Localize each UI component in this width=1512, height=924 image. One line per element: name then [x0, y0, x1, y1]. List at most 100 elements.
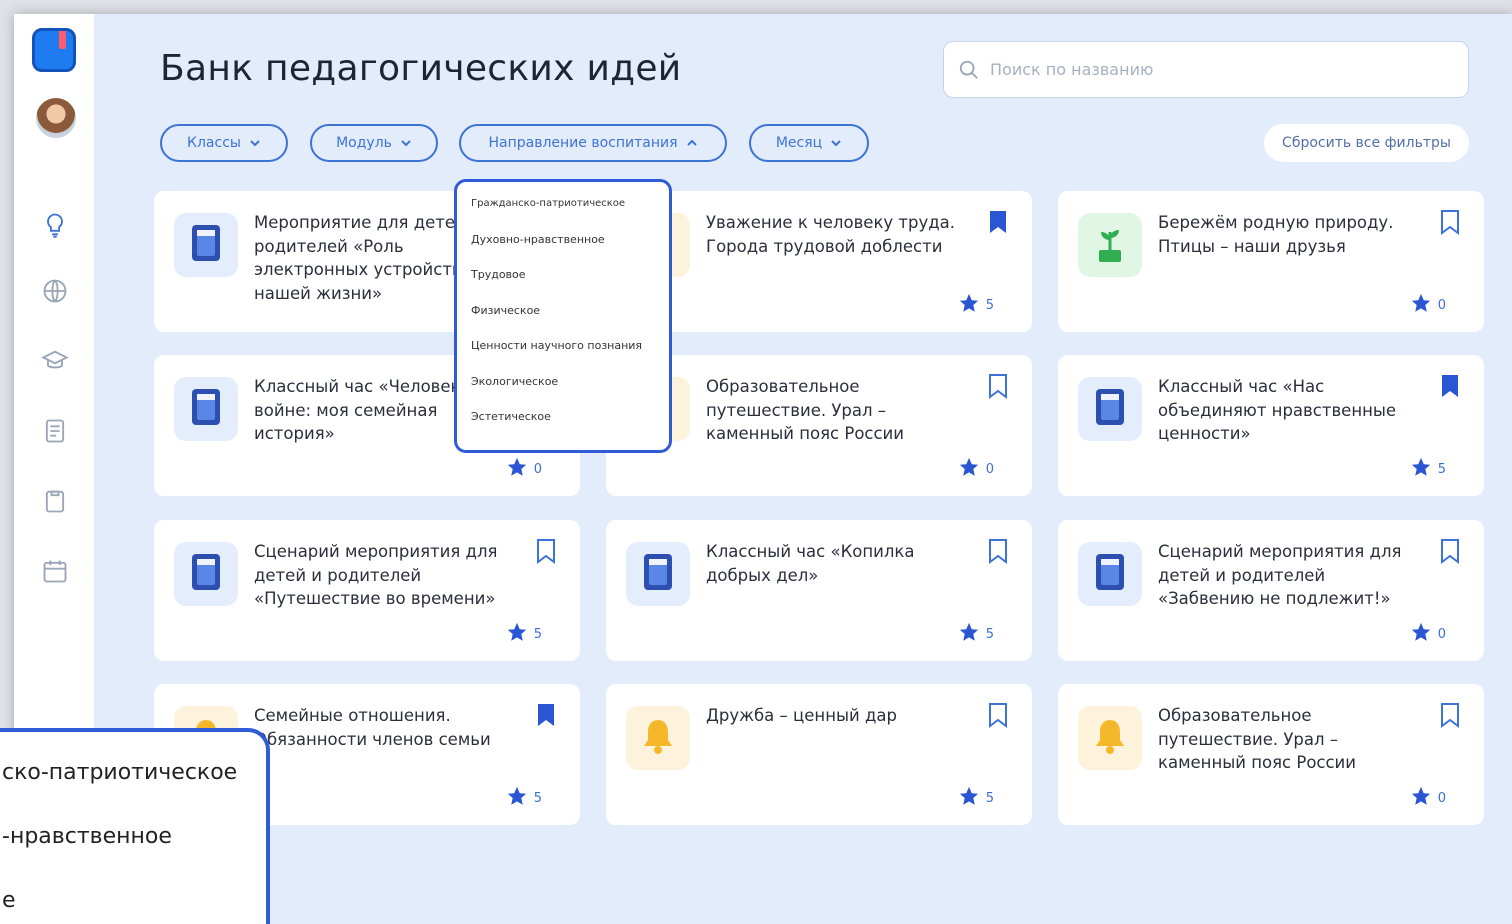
star-icon: [506, 785, 528, 811]
chevron-up-icon: [686, 139, 697, 146]
filter-direction[interactable]: Направление воспитания: [459, 124, 727, 162]
card-rating: 5: [958, 621, 994, 647]
rating-value: 5: [1437, 461, 1446, 477]
zoom-option: ско-патриотическое: [2, 760, 238, 785]
star-icon: [958, 456, 980, 482]
card-rating: 0: [1410, 292, 1446, 318]
chevron-down-icon: [831, 140, 841, 147]
card-title[interactable]: Бережём родную природу. Птицы – наши дру…: [1158, 211, 1413, 258]
document-icon[interactable]: [40, 416, 70, 446]
dropdown-option[interactable]: Ценности научного познания: [471, 336, 655, 372]
book-icon: [188, 223, 224, 268]
filter-month[interactable]: Месяц: [749, 124, 869, 162]
idea-card[interactable]: Сценарий мероприятия для детей и родител…: [154, 520, 580, 661]
search-box[interactable]: [943, 41, 1469, 98]
idea-card[interactable]: Сценарий мероприятия для детей и родител…: [1058, 520, 1484, 661]
card-rating: 0: [1410, 785, 1446, 811]
filter-module[interactable]: Модуль: [310, 124, 438, 162]
filter-classes[interactable]: Классы: [160, 124, 288, 162]
zoom-inset: ско-патриотическое -нравственное е: [0, 728, 270, 924]
idea-card[interactable]: Классный час «Копилка добрых дел» 5: [606, 520, 1032, 661]
card-thumbnail: [626, 542, 690, 606]
rating-value: 0: [1437, 790, 1446, 806]
bookmark-icon[interactable]: [1440, 209, 1460, 235]
card-thumbnail: [1078, 377, 1142, 441]
bookmark-filled-icon[interactable]: [536, 702, 556, 728]
zoom-option: е: [2, 888, 16, 913]
graduation-cap-icon[interactable]: [40, 346, 70, 376]
bookmark-icon[interactable]: [988, 373, 1008, 399]
bookmark-icon[interactable]: [1440, 538, 1460, 564]
card-title[interactable]: Классный час «Копилка добрых дел»: [706, 540, 961, 587]
card-rating: 5: [506, 785, 542, 811]
card-thumbnail: [174, 377, 238, 441]
dropdown-option[interactable]: Трудовое: [471, 265, 655, 301]
star-icon: [958, 621, 980, 647]
globe-icon[interactable]: [40, 276, 70, 306]
filter-label: Месяц: [775, 135, 823, 151]
reset-filters-button[interactable]: Сбросить все фильтры: [1264, 124, 1469, 162]
star-icon: [506, 621, 528, 647]
card-rating: 5: [506, 621, 542, 647]
star-icon: [1410, 621, 1432, 647]
card-title[interactable]: Сценарий мероприятия для детей и родител…: [1158, 540, 1413, 611]
star-icon: [958, 785, 980, 811]
star-icon: [1410, 456, 1432, 482]
avatar[interactable]: [36, 98, 76, 138]
bookmark-icon[interactable]: [988, 538, 1008, 564]
star-icon: [1410, 292, 1432, 318]
bookmark-icon[interactable]: [988, 702, 1008, 728]
card-title[interactable]: Образовательное путешествие. Урал – каме…: [1158, 704, 1413, 775]
rating-value: 0: [1437, 297, 1446, 313]
star-icon: [1410, 785, 1432, 811]
search-icon: [959, 60, 978, 79]
card-title[interactable]: Дружба – ценный дар: [706, 704, 961, 728]
card-thumbnail: [626, 706, 690, 770]
zoom-option: -нравственное: [2, 824, 172, 849]
card-rating: 5: [1410, 456, 1446, 482]
card-rating: 0: [958, 456, 994, 482]
dropdown-option[interactable]: Экологическое: [471, 372, 655, 408]
rating-value: 5: [533, 626, 542, 642]
idea-card[interactable]: Бережём родную природу. Птицы – наши дру…: [1058, 191, 1484, 332]
direction-dropdown: Гражданско-патриотическое Духовно-нравст…: [454, 179, 672, 453]
card-rating: 5: [958, 292, 994, 318]
rating-value: 5: [985, 626, 994, 642]
card-title[interactable]: Семейные отношения. Обязанности членов с…: [254, 704, 509, 751]
book-icon: [640, 552, 676, 597]
dropdown-option[interactable]: Физическое: [471, 301, 655, 337]
bookmark-icon[interactable]: [1440, 702, 1460, 728]
calendar-icon[interactable]: [40, 556, 70, 586]
star-icon: [958, 292, 980, 318]
card-title[interactable]: Сценарий мероприятия для детей и родител…: [254, 540, 509, 611]
card-title[interactable]: Классный час «Нас объединяют нравственны…: [1158, 375, 1413, 446]
chevron-down-icon: [250, 140, 260, 147]
card-rating: 0: [1410, 621, 1446, 647]
card-title[interactable]: Уважение к человеку труда. Города трудов…: [706, 211, 961, 258]
book-icon: [188, 387, 224, 432]
rating-value: 0: [1437, 626, 1446, 642]
bell-icon: [1093, 716, 1127, 761]
card-thumbnail: [1078, 706, 1142, 770]
clipboard-icon[interactable]: [40, 486, 70, 516]
card-title[interactable]: Образовательное путешествие. Урал – каме…: [706, 375, 961, 446]
lightbulb-icon[interactable]: [40, 210, 70, 240]
dropdown-option[interactable]: Эстетическое: [471, 407, 655, 443]
rating-value: 5: [533, 790, 542, 806]
rating-value: 5: [985, 297, 994, 313]
idea-card[interactable]: Дружба – ценный дар 5: [606, 684, 1032, 825]
dropdown-option[interactable]: Гражданско-патриотическое: [471, 194, 655, 230]
app-logo[interactable]: [32, 28, 76, 72]
search-input[interactable]: [990, 60, 1450, 79]
card-rating: 5: [958, 785, 994, 811]
rating-value: 0: [533, 461, 542, 477]
idea-card[interactable]: Образовательное путешествие. Урал – каме…: [1058, 684, 1484, 825]
rating-value: 0: [985, 461, 994, 477]
bookmark-icon[interactable]: [536, 538, 556, 564]
bookmark-filled-icon[interactable]: [988, 209, 1008, 235]
bookmark-filled-icon[interactable]: [1440, 373, 1460, 399]
card-rating: 0: [506, 456, 542, 482]
idea-card[interactable]: Классный час «Нас объединяют нравственны…: [1058, 355, 1484, 496]
book-icon: [188, 552, 224, 597]
dropdown-option[interactable]: Духовно-нравственное: [471, 230, 655, 266]
